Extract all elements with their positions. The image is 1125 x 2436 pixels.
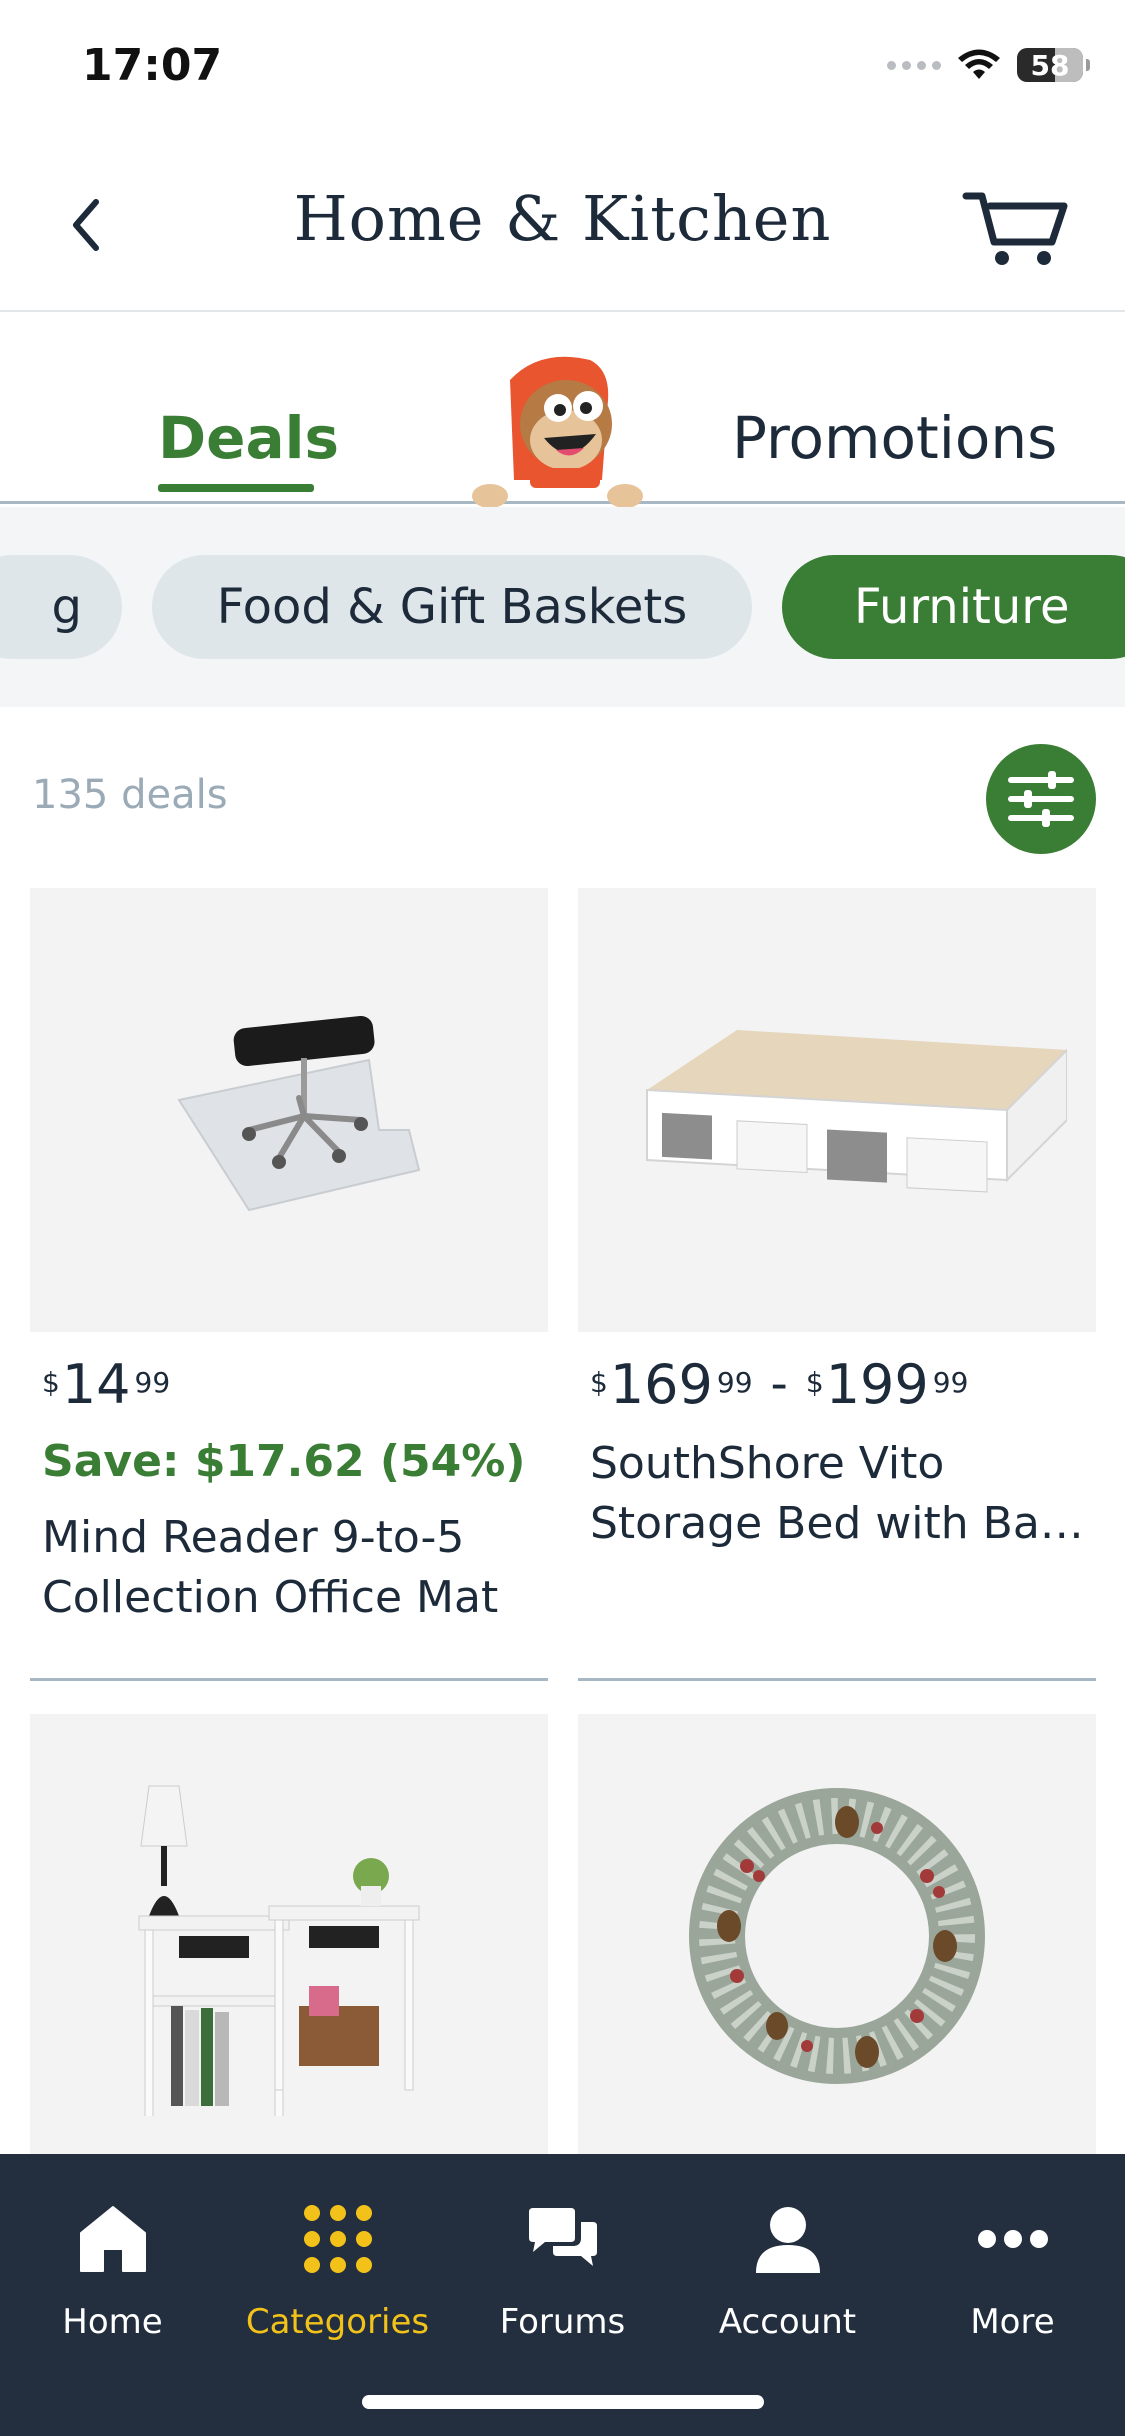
product-image-office-chair-mat[interactable] <box>30 888 548 1332</box>
deals-count: 135 deals <box>32 772 228 818</box>
product-image-storage-bed[interactable] <box>578 888 1096 1332</box>
deals-tabs: Deals Promotions <box>0 314 1125 508</box>
nav-label: Categories <box>245 2302 430 2342</box>
chat-bubbles-icon <box>528 2208 597 2266</box>
divider <box>30 1678 548 1681</box>
price-whole: 199 <box>825 1353 929 1416</box>
product-card[interactable] <box>578 1714 1096 2158</box>
status-icons: 58 <box>887 48 1090 82</box>
battery-icon: 58 <box>1017 48 1090 82</box>
savings-label: Save: $17.62 (54%) <box>42 1436 526 1487</box>
cart-icon <box>962 192 1068 265</box>
bottom-navigation: Home Categories Forums Account More <box>0 2154 1125 2436</box>
grid-dots-icon <box>303 2205 372 2273</box>
nav-label: Home <box>62 2302 163 2342</box>
product-price-range: $ 169 99 - $ 199 99 <box>590 1358 968 1412</box>
product-card[interactable]: $ 169 99 - $ 199 99 SouthShore Vito Stor… <box>578 888 1096 1549</box>
page-title: Home & Kitchen <box>293 182 832 255</box>
nav-label: Account <box>718 2302 857 2342</box>
status-bar: 17:07 58 <box>0 0 1125 140</box>
filter-button[interactable] <box>986 744 1096 854</box>
nav-account[interactable]: Account <box>675 2194 900 2342</box>
app-header: Home & Kitchen <box>0 140 1125 312</box>
tab-deals[interactable]: Deals <box>158 404 339 472</box>
category-chips: g Food & Gift Baskets Furniture <box>0 507 1125 707</box>
status-time: 17:07 <box>82 40 223 91</box>
price-fraction: 99 <box>932 1366 969 1399</box>
person-icon <box>755 2207 820 2273</box>
sliders-icon <box>1008 771 1074 827</box>
price-whole: 169 <box>609 1353 713 1416</box>
nav-label: More <box>970 2302 1055 2342</box>
tab-promotions[interactable]: Promotions <box>732 404 1057 472</box>
product-title[interactable]: SouthShore Vito Storage Bed with Ba… <box>590 1434 1090 1554</box>
nav-more[interactable]: More <box>900 2194 1125 2342</box>
cart-button[interactable] <box>960 180 1070 270</box>
home-icon <box>79 2206 146 2272</box>
product-title-line: Collection Office Mat <box>42 1572 499 1623</box>
cellular-signal-icon <box>887 60 941 70</box>
product-title[interactable]: Mind Reader 9-to-5 Collection Office Mat <box>42 1508 542 1628</box>
price-currency: $ <box>805 1366 824 1399</box>
chip-food-gift-baskets[interactable]: Food & Gift Baskets <box>152 555 752 659</box>
nav-label: Forums <box>499 2302 626 2342</box>
divider <box>578 1678 1096 1681</box>
price-fraction: 99 <box>134 1366 171 1399</box>
price-fraction: 99 <box>716 1366 753 1399</box>
more-dots-icon <box>977 2230 1048 2248</box>
product-image-nightstands[interactable] <box>30 1714 548 2158</box>
battery-level: 58 <box>1030 48 1070 82</box>
price-range-separator: - <box>770 1356 788 1412</box>
nav-home[interactable]: Home <box>0 2194 225 2342</box>
product-card[interactable] <box>30 1714 548 2158</box>
price-currency: $ <box>42 1366 60 1399</box>
product-title-line: SouthShore Vito <box>590 1438 945 1489</box>
nav-forums[interactable]: Forums <box>450 2194 675 2342</box>
price-whole: 14 <box>61 1353 131 1416</box>
product-card[interactable]: $ 14 99 Save: $17.62 (54%) Mind Reader 9… <box>30 888 548 1623</box>
product-image-christmas-wreath[interactable] <box>578 1714 1096 2158</box>
chip-previous-category[interactable]: g <box>0 555 122 659</box>
active-tab-indicator <box>158 484 314 492</box>
chip-furniture[interactable]: Furniture <box>782 555 1125 659</box>
home-indicator[interactable] <box>362 2395 764 2409</box>
price-currency: $ <box>590 1366 608 1399</box>
monkey-mascot-icon <box>472 356 643 508</box>
product-price: $ 14 99 <box>42 1358 170 1412</box>
product-title-line: Storage Bed with Ba… <box>590 1498 1084 1549</box>
wifi-icon <box>958 49 1000 79</box>
product-title-line: Mind Reader 9-to-5 <box>42 1512 465 1563</box>
nav-categories[interactable]: Categories <box>225 2194 450 2342</box>
